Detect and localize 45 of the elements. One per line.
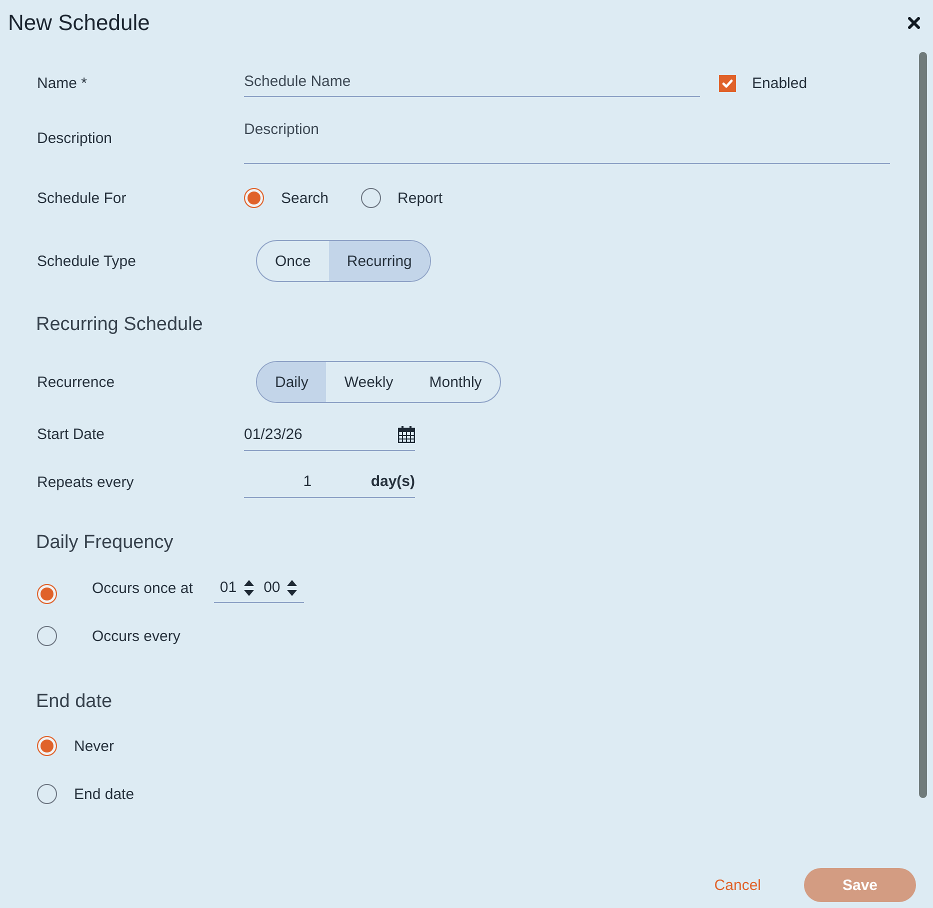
radio-button[interactable]	[244, 188, 264, 208]
radio-button[interactable]	[37, 626, 57, 646]
field-label: Repeats every	[37, 474, 134, 490]
repeat-count-value: 1	[303, 473, 312, 490]
field-label: Schedule For	[37, 190, 126, 206]
field-label: Schedule Type	[37, 252, 136, 270]
radio-label[interactable]: End date	[74, 786, 134, 802]
field-label: Start Date	[37, 426, 105, 443]
unit-label: day(s)	[370, 473, 415, 490]
dialog-title: New Schedule	[8, 10, 150, 36]
radio-button[interactable]	[37, 784, 57, 804]
toggle-option[interactable]: Daily	[257, 362, 326, 402]
up-down-arrows-icon[interactable]	[244, 580, 254, 596]
scrollbar-thumb[interactable]	[919, 52, 927, 798]
hour-value: 01	[220, 579, 237, 596]
radio-label[interactable]: Occurs every	[92, 628, 180, 644]
up-down-arrows-icon[interactable]	[287, 580, 298, 596]
field-label: Name *	[37, 74, 88, 92]
date-field[interactable]: 01/23/26	[244, 418, 415, 451]
section-heading: Recurring Schedule	[36, 314, 203, 336]
radio-button[interactable]	[360, 188, 381, 208]
close-icon[interactable]	[908, 17, 920, 29]
checkbox-label[interactable]: Enabled	[752, 74, 808, 92]
time-field[interactable]: 01 00	[214, 573, 304, 603]
toggle-option[interactable]: Once	[257, 241, 329, 281]
name-input[interactable]: Schedule Name	[244, 66, 700, 97]
radio-label[interactable]: Search	[281, 190, 329, 206]
radio-button[interactable]	[37, 736, 57, 756]
field-label: Description	[37, 130, 112, 146]
radio-label[interactable]: Never	[74, 738, 114, 754]
date-value: 01/23/26	[244, 426, 302, 442]
section-heading: End date	[36, 691, 112, 713]
toggle-option[interactable]: Monthly	[411, 362, 500, 402]
radio-button[interactable]	[37, 584, 57, 604]
calendar-icon[interactable]	[398, 426, 415, 442]
description-input[interactable]: Description	[244, 115, 890, 164]
radio-label[interactable]: Report	[398, 190, 443, 206]
toggle-option[interactable]: Recurring	[328, 241, 430, 281]
field-label: Recurrence	[37, 374, 115, 390]
radio-label[interactable]: Occurs once at	[92, 580, 193, 596]
checkbox[interactable]	[719, 74, 736, 92]
section-heading: Daily Frequency	[36, 532, 174, 554]
toggle-option[interactable]: Weekly	[326, 362, 412, 402]
repeat-count-field[interactable]: 1 day(s)	[244, 466, 415, 498]
minute-value: 00	[264, 579, 280, 596]
